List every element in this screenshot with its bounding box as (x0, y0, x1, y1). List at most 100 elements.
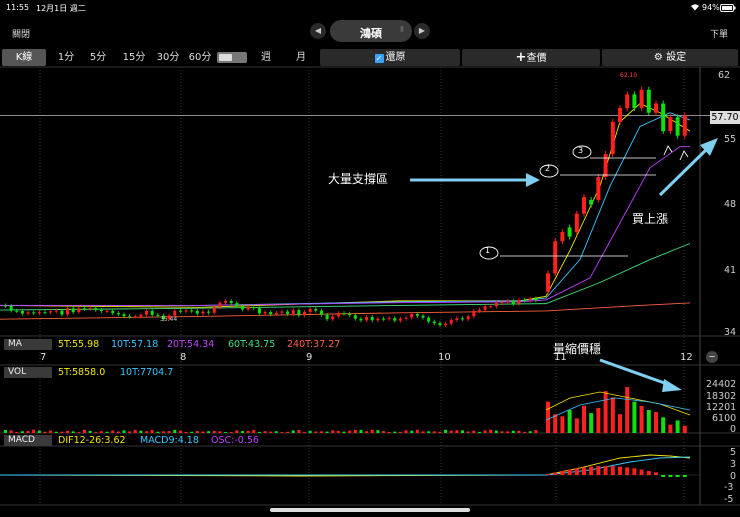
candle-body (319, 310, 323, 315)
volume-bar (376, 430, 380, 433)
candle-body (82, 308, 86, 310)
volume-bar (574, 418, 579, 433)
volume-bar (66, 430, 70, 433)
volume-bar (500, 431, 504, 433)
volume-bar (26, 430, 30, 433)
macd-tick: -5 (724, 494, 734, 505)
candle-body (280, 311, 284, 313)
candle-body (523, 300, 527, 302)
candle-body (66, 308, 70, 315)
vol-tick: 0 (730, 424, 737, 435)
volume-bar (506, 431, 510, 433)
volume-bar (319, 431, 323, 433)
candle-body (291, 310, 295, 314)
volume-bar (359, 429, 363, 433)
ma60-line (0, 243, 691, 311)
volume-bar (212, 430, 216, 433)
candle-body (359, 318, 363, 321)
ma-10t: 10T:57.18 (111, 339, 159, 350)
volume-bar (382, 431, 386, 433)
candle-body (682, 115, 687, 136)
volume-bar (632, 401, 637, 433)
candle-body (472, 310, 476, 317)
candle-body (500, 301, 504, 303)
vol-tick: 24402 (706, 379, 737, 390)
candle-body (668, 117, 673, 132)
candle-body (235, 303, 239, 306)
macd-tick: -3 (724, 482, 734, 493)
volume-bar (9, 430, 13, 433)
candle-body (99, 309, 103, 312)
vol-badge[interactable]: VOL (4, 367, 52, 378)
candle-body (432, 321, 436, 324)
candle-body (466, 316, 470, 320)
volume-bar (60, 431, 64, 433)
candlestick-series (4, 86, 687, 328)
macd-osc-bar (560, 470, 565, 475)
volume-bar (43, 431, 47, 433)
candle-body (308, 308, 312, 312)
ma-badge[interactable]: MA (4, 339, 52, 350)
ma-20t: 20T:54.34 (167, 339, 215, 350)
candle-body (444, 323, 448, 326)
volume-bar (404, 430, 408, 433)
candle-body (190, 310, 194, 312)
volume-bar (567, 410, 572, 433)
macd-osc-bar (574, 468, 579, 475)
collapse-icon[interactable]: − (706, 351, 718, 363)
macd-badge[interactable]: MACD (4, 435, 52, 446)
price-tick: 34 (724, 327, 737, 338)
volume-bar (461, 430, 465, 433)
macd-osc-bar (639, 469, 644, 475)
candle-body (560, 232, 565, 242)
candle-body (257, 308, 261, 314)
candle-body (150, 310, 154, 315)
candle-body (393, 318, 397, 321)
candle-body (511, 300, 515, 304)
candle-body (269, 312, 273, 315)
ma-60t: 60T:43.75 (228, 339, 276, 350)
candle-body (404, 317, 408, 319)
candle-body (94, 308, 98, 310)
volume-bar (603, 391, 608, 433)
volume-bar (325, 431, 329, 433)
volume-bar (517, 430, 521, 433)
date-label: 8 (180, 352, 187, 363)
volume-bar (156, 431, 160, 433)
candle-body (477, 309, 481, 311)
candle-body (336, 313, 340, 317)
volume-bar (393, 431, 397, 433)
candle-body (286, 311, 290, 314)
candle-body (32, 312, 36, 314)
volume-bar (625, 387, 630, 433)
vol-5t: 5T:5858.0 (58, 367, 106, 378)
macd-series (0, 454, 700, 477)
circle-label-1: 1 (485, 246, 491, 255)
date-label: 10 (438, 352, 451, 363)
volume-bar (150, 430, 154, 433)
volume-bar (455, 430, 459, 433)
candle-body (603, 154, 608, 177)
macd-osc-bar (610, 466, 615, 475)
volume-bar (105, 431, 109, 433)
volume-bar (308, 430, 312, 433)
volume-bar (252, 429, 256, 433)
volume-bar (82, 429, 86, 433)
candle-body (184, 310, 188, 312)
candle-body (370, 316, 374, 321)
volume-bar (269, 431, 273, 433)
volume-bar (240, 431, 244, 433)
macd-osc-bar (654, 472, 658, 475)
volume-bar (32, 429, 36, 433)
macd-osc-bar (546, 474, 550, 475)
shrink-volume-note: 量縮價穩 (553, 342, 602, 356)
candle-body (26, 312, 30, 314)
volume-bar (246, 430, 250, 433)
volume-bar (472, 430, 476, 433)
low-marker: 35.44 (160, 316, 178, 323)
candle-body (128, 316, 132, 318)
volume-bar (116, 431, 120, 433)
macd-signal: MACD9:4.18 (140, 435, 199, 446)
candle-body (618, 108, 622, 122)
volume-bar (646, 410, 651, 433)
